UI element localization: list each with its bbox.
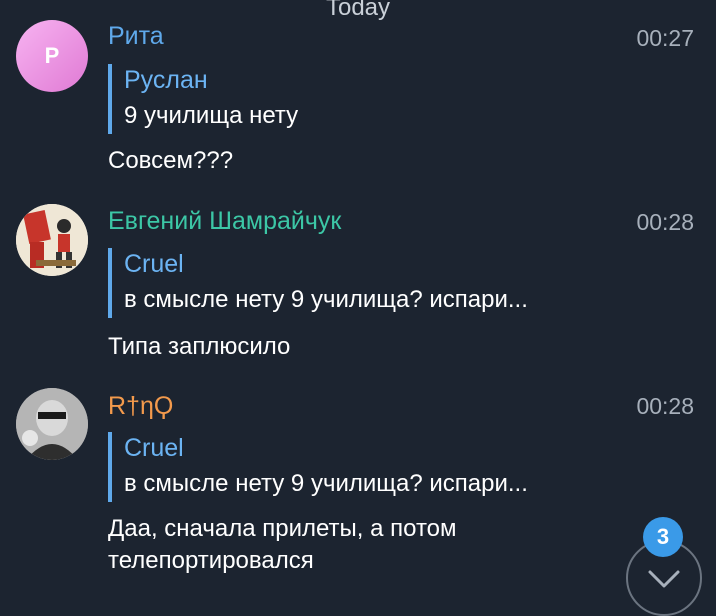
- reply-quote[interactable]: Cruel в смысле нету 9 училища? испари...: [108, 248, 642, 318]
- unread-badge[interactable]: 3: [643, 517, 683, 557]
- sender-name[interactable]: Евгений Шамрайчук: [108, 207, 341, 236]
- reply-text: 9 училища нету: [124, 102, 299, 129]
- message-text: Совсем???: [108, 147, 234, 174]
- reply-author: Руслан: [124, 66, 208, 94]
- avatar-letter: P: [44, 43, 60, 68]
- message-time: 00:28: [636, 393, 694, 419]
- avatar-poster-image: [16, 204, 88, 276]
- avatar-photo: [16, 388, 88, 460]
- avatar[interactable]: P: [16, 20, 88, 92]
- message-time: 00:28: [636, 209, 694, 235]
- message-time: 00:27: [636, 25, 694, 51]
- reply-quote[interactable]: Руслан 9 училища нету: [108, 64, 642, 134]
- reply-quote[interactable]: Cruel в смысле нету 9 училища? испари...: [108, 432, 642, 502]
- message-text: Типа заплюсило: [108, 333, 291, 360]
- message-text: Даа, сначала прилеты, а потом телепортир…: [108, 513, 588, 577]
- date-divider: Today: [325, 0, 391, 21]
- sender-name[interactable]: Рита: [108, 22, 164, 51]
- reply-author: Cruel: [124, 434, 184, 462]
- avatar[interactable]: [16, 204, 88, 276]
- reply-author: Cruel: [124, 250, 184, 278]
- message-text-line: телепортировался: [108, 547, 314, 574]
- sender-name[interactable]: R†ηϘ: [108, 392, 173, 421]
- reply-text: в смысле нету 9 училища? испари...: [124, 286, 528, 313]
- avatar[interactable]: [16, 388, 88, 460]
- reply-text: в смысле нету 9 училища? испари...: [124, 470, 528, 497]
- message-text-line: Даа, сначала прилеты, а потом: [108, 515, 457, 542]
